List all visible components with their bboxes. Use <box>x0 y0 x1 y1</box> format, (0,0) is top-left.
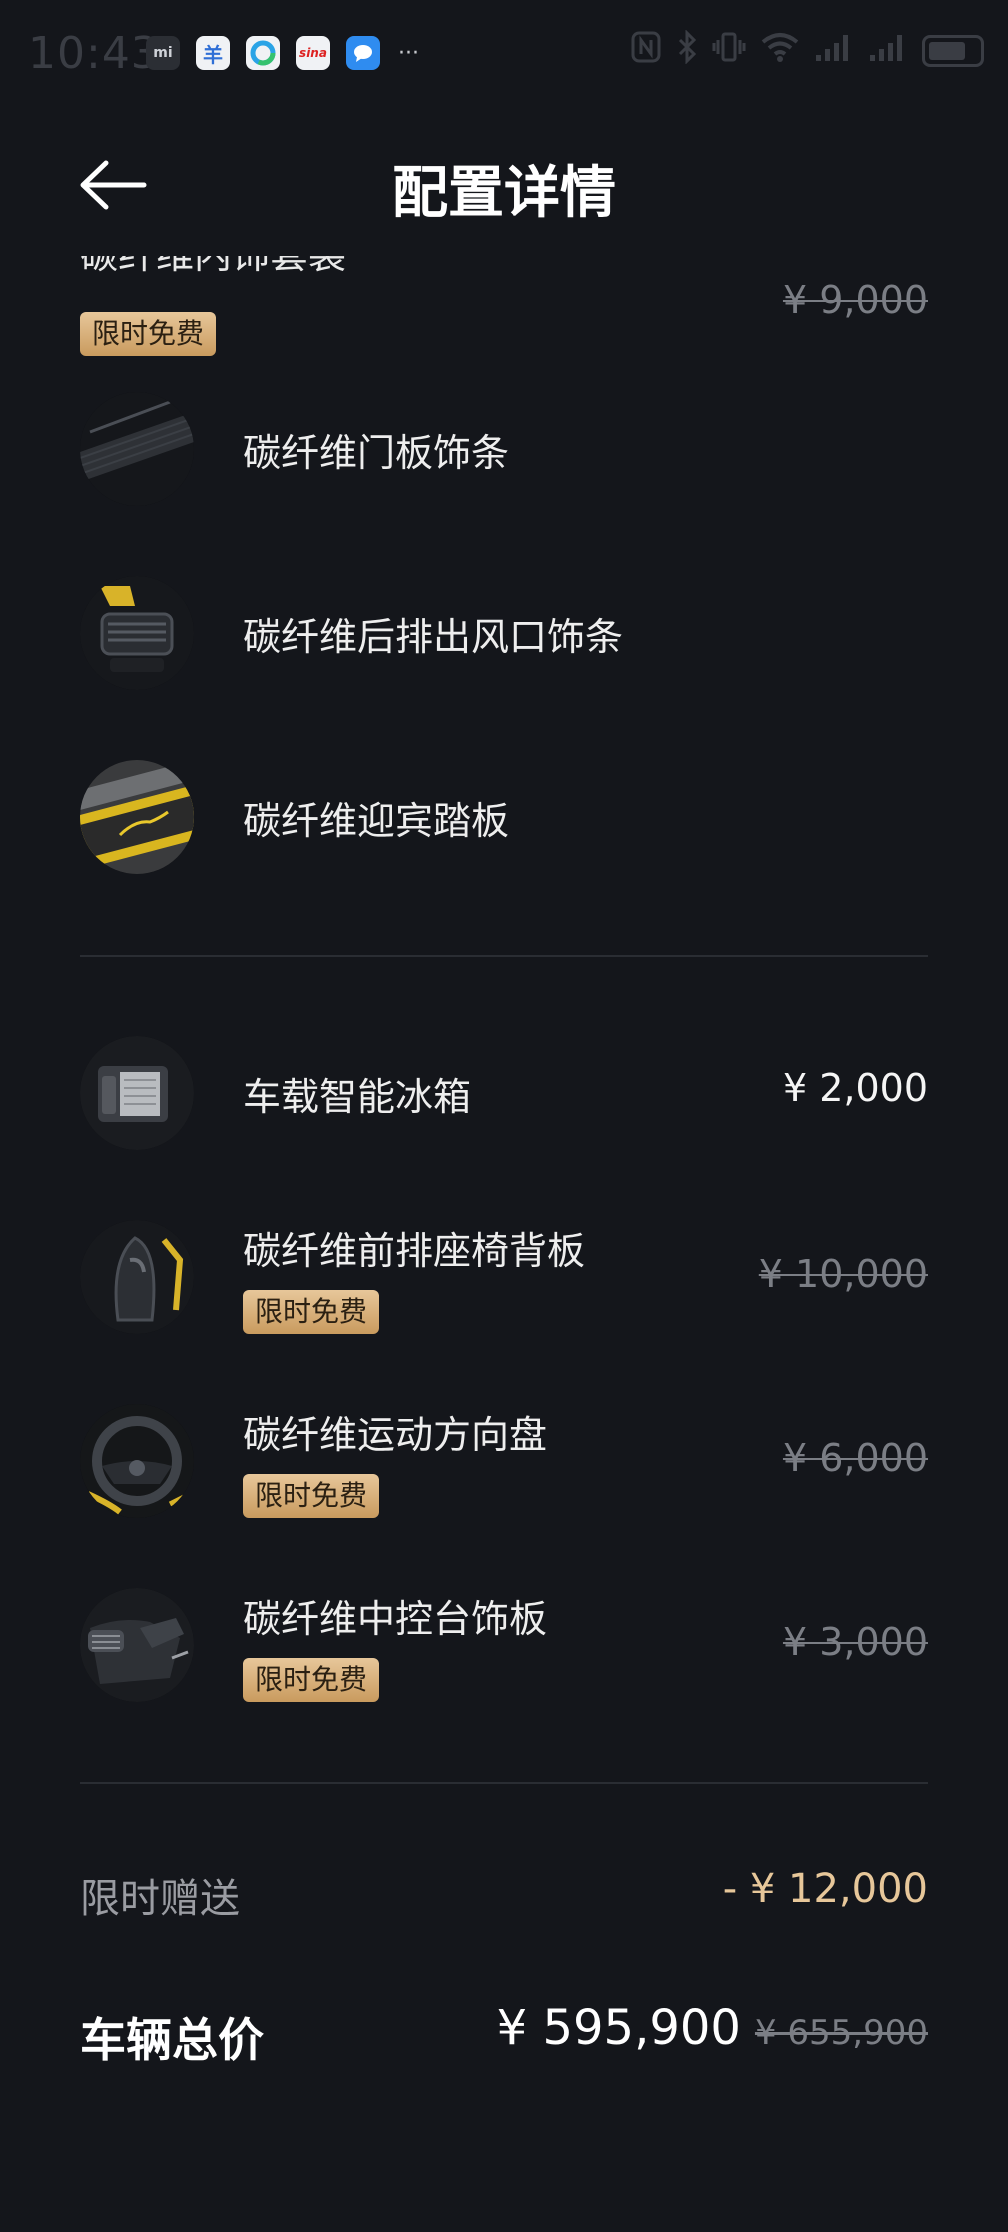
item-price: ¥ 10,000 <box>758 1252 928 1296</box>
message-app-icon <box>346 36 380 70</box>
mi-app-icon: mi <box>146 36 180 70</box>
rear-vent-thumbnail <box>80 576 194 690</box>
wifi-icon <box>760 31 800 71</box>
item-price: ¥ 2,000 <box>782 1066 928 1110</box>
signal-1-icon <box>814 31 854 71</box>
nfc-icon <box>630 30 662 72</box>
item-name: 碳纤维中控台饰板 <box>243 1597 548 1641</box>
battery-icon <box>922 35 984 67</box>
signal-2-icon <box>868 31 908 71</box>
status-bar: 10:43 mi 羊 sina ··· <box>0 0 1008 110</box>
door-trim-thumbnail <box>80 392 194 506</box>
item-name: 车载智能冰箱 <box>243 1075 472 1119</box>
total-original-price: ¥ 655,900 <box>754 2013 928 2053</box>
limited-free-badge: 限时免费 <box>243 1290 380 1334</box>
item-price: ¥ 6,000 <box>782 1436 928 1480</box>
list-item: 碳纤维中控台饰板 限时免费 ¥ 3,000 <box>80 1588 928 1702</box>
notification-icons: mi 羊 sina ··· <box>146 36 419 70</box>
list-item: 碳纤维门板饰条 <box>80 392 928 506</box>
list-item: 碳纤维前排座椅背板 限时免费 ¥ 10,000 <box>80 1220 928 1334</box>
limited-free-badge: 限时免费 <box>243 1474 380 1518</box>
gift-value: - ¥ 12,000 <box>722 1866 928 1912</box>
status-time: 10:43 <box>28 28 160 79</box>
badge-wrap: 限时免费 <box>243 1474 380 1518</box>
list-item: 碳纤维迎宾踏板 <box>80 760 928 874</box>
gift-label: 限时赠送 <box>80 1876 240 1922</box>
badge-wrap: 限时免费 <box>243 1658 380 1702</box>
steering-wheel-thumbnail <box>80 1404 194 1518</box>
item-name: 碳纤维前排座椅背板 <box>243 1229 586 1273</box>
item-name: 碳纤维门板饰条 <box>243 431 510 475</box>
sina-app-icon: sina <box>296 36 330 70</box>
door-sill-thumbnail <box>80 760 194 874</box>
console-trim-thumbnail <box>80 1588 194 1702</box>
item-price: ¥ 3,000 <box>782 1620 928 1664</box>
badge-wrap: 限时免费 <box>243 1290 380 1334</box>
seat-back-thumbnail <box>80 1220 194 1334</box>
bluetooth-icon <box>676 29 698 72</box>
total-price: ¥ 595,900 <box>496 2000 741 2056</box>
ym-app-icon: 羊 <box>196 36 230 70</box>
limited-free-badge: 限时免费 <box>243 1658 380 1702</box>
list-item: 碳纤维后排出风口饰条 <box>80 576 928 690</box>
page-title: 配置详情 <box>392 161 616 226</box>
system-icons <box>630 29 984 72</box>
total-price-wrap: ¥ 595,900 ¥ 655,900 <box>497 2000 928 2056</box>
item-name: 碳纤维运动方向盘 <box>243 1413 548 1457</box>
fridge-thumbnail <box>80 1036 194 1150</box>
total-price-label: 车辆总价 <box>80 2013 264 2067</box>
package-title: 碳纤维内饰套装 <box>80 256 346 284</box>
vibrate-icon <box>712 30 746 72</box>
item-name: 碳纤维迎宾踏板 <box>243 799 510 843</box>
section-divider <box>80 955 928 957</box>
limited-free-badge: 限时免费 <box>80 312 217 356</box>
page-header: 配置详情 <box>0 110 1008 260</box>
package-price: ¥ 9,000 <box>782 278 928 322</box>
list-item: 车载智能冰箱 ¥ 2,000 <box>80 1036 928 1150</box>
list-item: 碳纤维运动方向盘 限时免费 ¥ 6,000 <box>80 1404 928 1518</box>
more-notifications-icon: ··· <box>398 40 419 66</box>
section-divider <box>80 1782 928 1784</box>
item-name: 碳纤维后排出风口饰条 <box>243 615 624 659</box>
browser-app-icon <box>246 36 280 70</box>
